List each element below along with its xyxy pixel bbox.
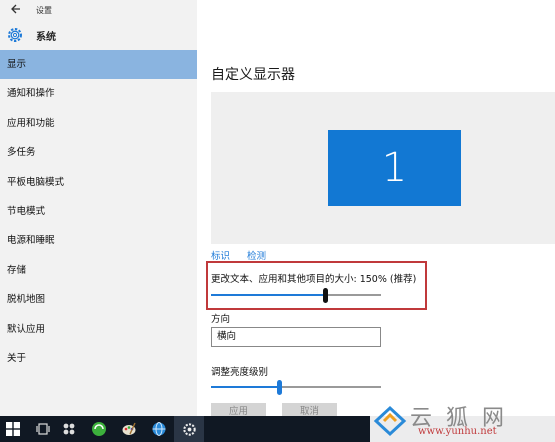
sidebar-item-storage[interactable]: 存储 xyxy=(0,256,197,285)
sidebar-item-apps[interactable]: 应用和功能 xyxy=(0,109,197,138)
scale-slider[interactable] xyxy=(211,288,381,303)
page-title: 自定义显示器 xyxy=(211,67,295,83)
sidebar-item-multitasking[interactable]: 多任务 xyxy=(0,138,197,167)
back-arrow-icon[interactable] xyxy=(9,3,23,17)
sidebar-item-default-apps[interactable]: 默认应用 xyxy=(0,315,197,344)
orientation-label: 方向 xyxy=(211,314,231,325)
apps-icon[interactable] xyxy=(56,416,82,442)
orientation-dropdown[interactable]: 横向 xyxy=(211,327,381,347)
sidebar-item-tablet-mode[interactable]: 平板电脑模式 xyxy=(0,168,197,197)
brightness-label: 调整亮度级别 xyxy=(211,367,269,378)
title-bar: 设置 xyxy=(0,0,197,22)
sidebar-item-battery-saver[interactable]: 节电模式 xyxy=(0,197,197,226)
display-arrangement-area: 1 xyxy=(211,92,555,244)
browser-green-icon[interactable] xyxy=(86,416,112,442)
scale-slider-fill xyxy=(211,294,325,296)
brightness-slider-thumb[interactable] xyxy=(277,380,282,395)
watermark-url: www.yunhu.net xyxy=(418,426,497,437)
settings-gear-icon[interactable] xyxy=(174,416,204,442)
paint-icon[interactable] xyxy=(116,416,142,442)
start-icon[interactable] xyxy=(0,416,26,442)
brightness-slider[interactable] xyxy=(211,380,381,395)
network-globe-icon[interactable] xyxy=(146,416,172,442)
sidebar-nav: 显示 通知和操作 应用和功能 多任务 平板电脑模式 节电模式 电源和睡眠 存储 … xyxy=(0,50,197,373)
task-view-icon[interactable] xyxy=(30,416,56,442)
sidebar-item-display[interactable]: 显示 xyxy=(0,50,197,80)
scale-highlight-box xyxy=(206,261,427,310)
system-title: 系统 xyxy=(36,32,56,43)
monitor-tile[interactable]: 1 xyxy=(328,130,461,206)
sidebar-item-about[interactable]: 关于 xyxy=(0,344,197,373)
main-content: 自定义显示器 1 标识 检测 更改文本、应用和其他项目的大小: 150% (推荐… xyxy=(197,0,555,421)
window-title: 设置 xyxy=(36,6,52,15)
watermark: 云狐网 www.yunhu.net xyxy=(370,398,555,442)
sidebar-item-notifications[interactable]: 通知和操作 xyxy=(0,79,197,108)
sidebar: 设置 系统 显示 通知和操作 应用和功能 多任务 平板电脑模式 节电模式 电源和… xyxy=(0,0,197,416)
system-header: 系统 xyxy=(0,22,197,48)
brightness-slider-fill xyxy=(211,386,279,388)
sidebar-item-offline-maps[interactable]: 脱机地图 xyxy=(0,285,197,314)
scale-slider-thumb[interactable] xyxy=(323,288,328,303)
watermark-logo-icon xyxy=(373,405,407,437)
sidebar-item-power-sleep[interactable]: 电源和睡眠 xyxy=(0,226,197,255)
display-links: 标识 检测 xyxy=(211,248,280,262)
gear-icon xyxy=(6,26,24,44)
scale-label: 更改文本、应用和其他项目的大小: 150% (推荐) xyxy=(211,274,417,285)
